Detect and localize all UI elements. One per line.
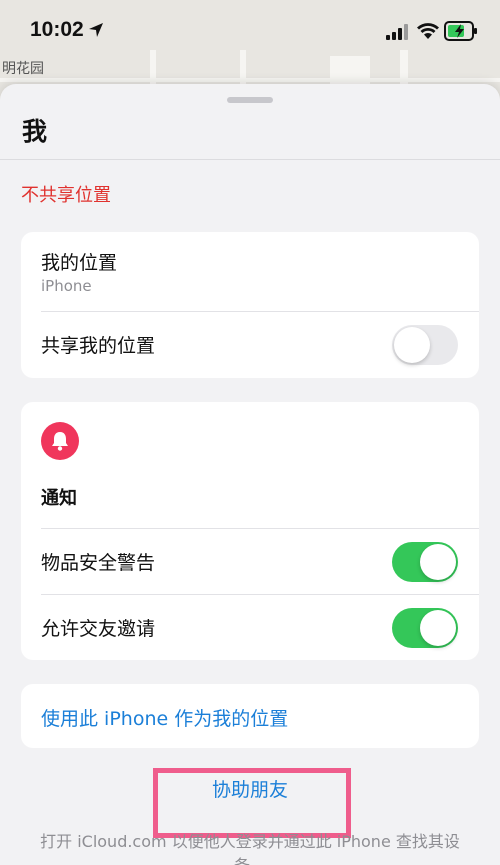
- item-safety-alerts-label: 物品安全警告: [41, 552, 156, 574]
- my-location-card: 我的位置 iPhone 共享我的位置: [21, 232, 479, 378]
- notifications-card: 通知 物品安全警告 允许交友邀请: [21, 402, 479, 660]
- use-this-iphone-button[interactable]: 使用此 iPhone 作为我的位置: [41, 704, 288, 731]
- row-divider: [41, 594, 479, 595]
- item-safety-alerts-toggle[interactable]: [392, 542, 458, 582]
- allow-friend-requests-label: 允许交友邀请: [41, 618, 156, 640]
- allow-friend-requests-toggle[interactable]: [392, 608, 458, 648]
- my-location-label: 我的位置: [41, 252, 118, 274]
- sheet-title: 我: [22, 117, 48, 146]
- notifications-title: 通知: [41, 488, 77, 509]
- status-bar: 10:02: [0, 0, 500, 62]
- me-sheet: 我 不共享位置 我的位置 iPhone 共享我的位置 通知 物品安全警告 允许交…: [0, 84, 500, 865]
- toggle-knob: [394, 327, 430, 363]
- stop-sharing-button[interactable]: 不共享位置: [21, 181, 111, 207]
- share-my-location-label: 共享我的位置: [41, 335, 156, 357]
- location-arrow-icon: [89, 23, 103, 37]
- cellular-signal-icon: [386, 24, 408, 40]
- row-divider: [41, 528, 479, 529]
- sheet-grabber[interactable]: [227, 97, 273, 103]
- status-time: 10:02: [30, 18, 84, 41]
- toggle-knob: [420, 544, 456, 580]
- row-divider: [41, 311, 479, 312]
- my-location-device: iPhone: [41, 277, 92, 295]
- highlight-box: [153, 768, 351, 838]
- wifi-icon: [417, 23, 439, 39]
- share-my-location-toggle[interactable]: [392, 325, 458, 365]
- use-this-iphone-card: 使用此 iPhone 作为我的位置: [21, 684, 479, 748]
- toggle-knob: [420, 610, 456, 646]
- footnote-text: 打开 iCloud.com 以便他人登录并通过此 iPhone 查找其设备。: [40, 832, 460, 865]
- title-divider: [0, 159, 500, 160]
- battery-charging-icon: [444, 21, 477, 41]
- bell-icon: [41, 422, 79, 460]
